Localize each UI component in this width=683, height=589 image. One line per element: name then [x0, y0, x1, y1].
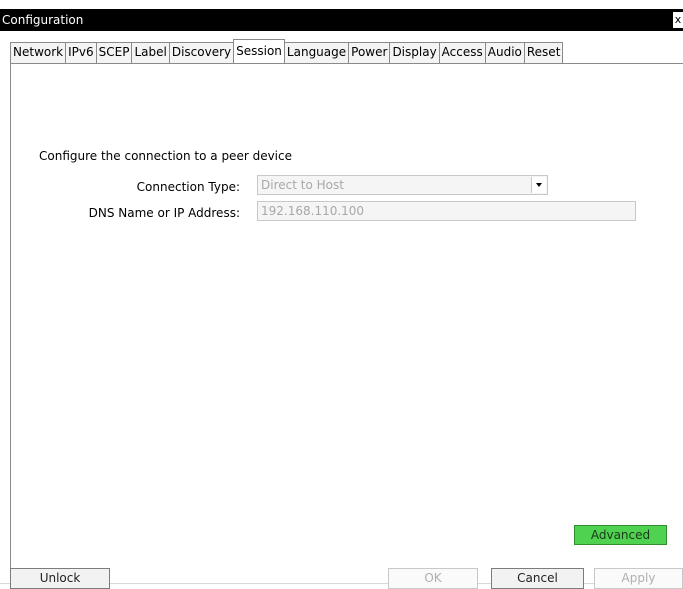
tab-display[interactable]: Display [389, 42, 440, 63]
tab-reset[interactable]: Reset [523, 42, 564, 63]
connection-type-label: Connection Type: [136, 180, 240, 194]
tab-label[interactable]: Label [131, 42, 170, 63]
window-title: Configuration [2, 13, 84, 27]
tab-network[interactable]: Network [10, 42, 67, 63]
dns-value: 192.168.110.100 [261, 204, 365, 218]
tab-ipv6[interactable]: IPv6 [65, 42, 97, 63]
cancel-button[interactable]: Cancel [491, 568, 584, 589]
tab-audio[interactable]: Audio [484, 42, 525, 63]
unlock-button[interactable]: Unlock [10, 568, 110, 589]
tab-discovery[interactable]: Discovery [168, 42, 235, 63]
ok-button[interactable]: OK [388, 568, 478, 589]
tab-scep[interactable]: SCEP [95, 42, 133, 63]
advanced-button[interactable]: Advanced [574, 525, 667, 545]
session-heading: Configure the connection to a peer devic… [39, 149, 292, 163]
connection-type-select[interactable]: Direct to Host [257, 175, 548, 195]
connection-type-value: Direct to Host [261, 178, 344, 192]
tab-access[interactable]: Access [438, 42, 486, 63]
chevron-down-icon[interactable] [531, 177, 546, 193]
session-panel [10, 63, 683, 573]
tab-power[interactable]: Power [348, 42, 391, 63]
apply-button[interactable]: Apply [594, 568, 683, 589]
tab-session[interactable]: Session [233, 39, 285, 63]
title-bar: Configuration x [0, 9, 683, 31]
tab-bar: Network IPv6 SCEP Label Discovery Sessio… [10, 39, 564, 63]
dns-input[interactable]: 192.168.110.100 [257, 201, 636, 221]
dns-label: DNS Name or IP Address: [88, 206, 240, 220]
tab-language[interactable]: Language [283, 42, 350, 63]
close-icon[interactable]: x [673, 12, 683, 28]
